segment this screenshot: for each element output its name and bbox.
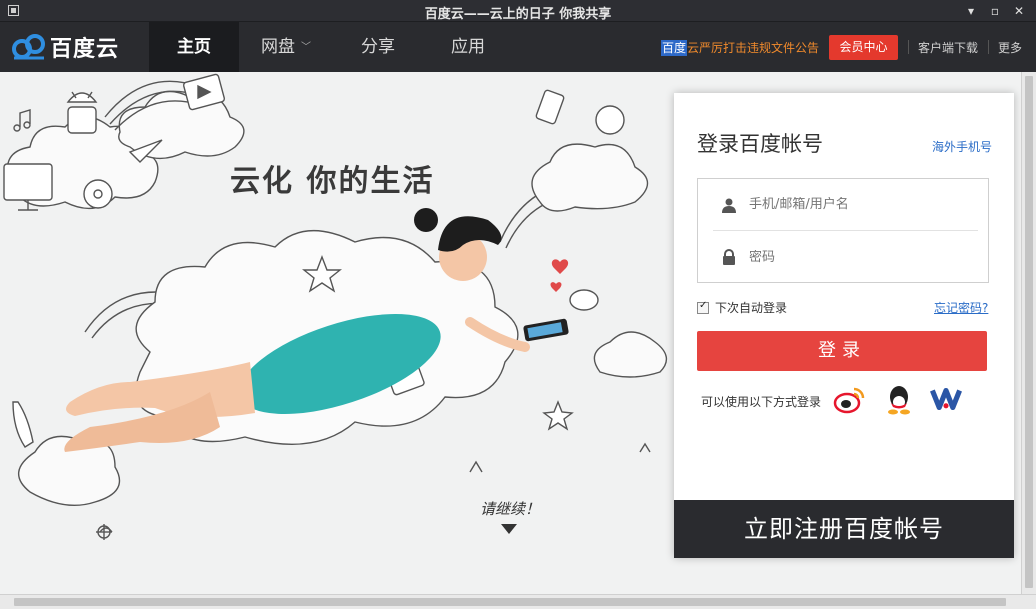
notice-brand: 百度 bbox=[661, 40, 688, 56]
register-button[interactable]: 立即注册百度帐号 bbox=[674, 500, 1014, 558]
horizontal-scrollbar[interactable] bbox=[0, 594, 1036, 609]
tab-home[interactable]: 主页 bbox=[149, 22, 239, 72]
remember-checkbox[interactable] bbox=[697, 300, 709, 314]
vertical-scroll-thumb[interactable] bbox=[1025, 76, 1033, 588]
username-row bbox=[713, 179, 978, 231]
cloud-logo-icon bbox=[12, 34, 45, 60]
forgot-password-link[interactable]: 忘记密码? bbox=[934, 299, 988, 316]
user-icon bbox=[722, 198, 736, 213]
continue-hint: 请继续！ bbox=[480, 500, 541, 518]
scroll-down-icon[interactable] bbox=[501, 524, 517, 534]
login-title: 登录百度帐号 bbox=[697, 132, 823, 156]
notice-link[interactable]: 百度云严厉打击违规文件公告 bbox=[661, 39, 819, 56]
chevron-down-icon: ﹀ bbox=[301, 42, 311, 53]
client-download-link[interactable]: 客户端下载 bbox=[918, 39, 978, 56]
nav-divider bbox=[908, 40, 909, 54]
main-content: 云化 你的生活 请继续！ 登录百度帐号 海外手机号 手机/邮箱/用户名 ✓ 下次… bbox=[0, 72, 1021, 594]
maximize-button[interactable]: ▫ bbox=[984, 2, 1006, 20]
banner-illustration bbox=[3, 73, 668, 540]
banner-slogan: 云化 你的生活 bbox=[230, 164, 435, 199]
tab-apps[interactable]: 应用 bbox=[423, 22, 513, 72]
weibo-icon[interactable] bbox=[832, 383, 866, 415]
login-button[interactable]: 登录 bbox=[697, 331, 987, 371]
tab-share[interactable]: 分享 bbox=[333, 22, 423, 72]
window-titlebar: 百度云——云上的日子 你我共享 ▾ ▫ ✕ bbox=[0, 0, 1036, 22]
logo-text: 百度云 bbox=[50, 37, 120, 62]
tab-apps-label: 应用 bbox=[451, 37, 485, 57]
notice-text: 云严厉打击违规文件公告 bbox=[687, 41, 820, 55]
top-navbar: 百度云 主页 网盘 ﹀ 分享 应用 百度云严厉打击违规文件公告 会员中心 客户端下… bbox=[0, 22, 1036, 72]
tab-share-label: 分享 bbox=[361, 37, 395, 57]
horizontal-scroll-thumb[interactable] bbox=[14, 598, 1006, 606]
qq-icon[interactable] bbox=[882, 383, 916, 415]
nav-divider bbox=[988, 40, 989, 54]
password-input[interactable] bbox=[749, 249, 949, 265]
baidu-cloud-logo[interactable]: 百度云 bbox=[10, 32, 119, 62]
close-button[interactable]: ✕ bbox=[1008, 2, 1030, 20]
tab-netdisk[interactable]: 网盘 ﹀ bbox=[240, 22, 332, 72]
remember-me[interactable]: 下次自动登录 bbox=[697, 299, 787, 316]
username-input[interactable] bbox=[749, 197, 949, 212]
overseas-phone-link[interactable]: 海外手机号 bbox=[932, 138, 992, 155]
more-link[interactable]: 更多 bbox=[998, 39, 1022, 56]
minimize-button[interactable]: ▾ bbox=[960, 2, 982, 20]
vertical-scrollbar[interactable] bbox=[1021, 72, 1036, 594]
tab-home-label: 主页 bbox=[177, 37, 211, 57]
password-row bbox=[713, 231, 978, 283]
remember-label: 下次自动登录 bbox=[715, 301, 788, 315]
tab-netdisk-label: 网盘 bbox=[261, 37, 295, 57]
window-title: 百度云——云上的日子 你我共享 bbox=[424, 7, 612, 22]
lock-icon bbox=[723, 249, 735, 265]
login-panel: 登录百度帐号 海外手机号 下次自动登录 忘记密码? bbox=[674, 93, 1014, 558]
alt-login-label: 可以使用以下方式登录 bbox=[701, 395, 822, 409]
window-controls: ▾ ▫ ✕ bbox=[960, 2, 1030, 20]
tianyi-icon[interactable] bbox=[929, 383, 963, 415]
credentials-box bbox=[697, 178, 989, 283]
vip-center-button[interactable]: 会员中心 bbox=[829, 35, 898, 60]
